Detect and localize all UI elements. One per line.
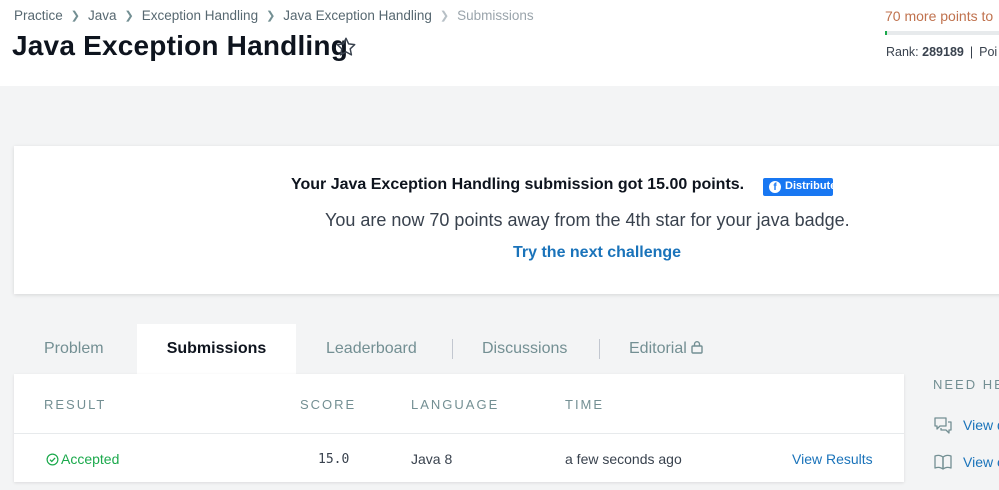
column-header-time: TIME: [565, 397, 605, 412]
tab-problem[interactable]: Problem: [44, 324, 104, 374]
rank-info: Rank: 289189 | Poi: [886, 45, 997, 59]
tab-label: Submissions: [166, 340, 267, 357]
tab-label: Editorial: [629, 340, 687, 357]
check-circle-icon: [46, 453, 59, 466]
rank-value: 289189: [922, 45, 964, 59]
tab-discussions[interactable]: Discussions: [482, 324, 567, 374]
points-label: Poi: [979, 45, 998, 59]
chevron-right-icon: ❯: [439, 10, 450, 22]
star-icon[interactable]: [335, 36, 357, 58]
progress-bar: [885, 31, 999, 35]
breadcrumb-exception-handling[interactable]: Exception Handling: [142, 8, 258, 23]
lock-icon: [691, 341, 703, 354]
breadcrumb-challenge[interactable]: Java Exception Handling: [283, 8, 432, 23]
help-link-label: View d: [963, 417, 999, 433]
submission-result-banner: Your Java Exception Handling submission …: [14, 146, 999, 294]
view-results-link[interactable]: View Results: [792, 451, 873, 467]
chevron-right-icon: ❯: [124, 10, 134, 22]
page-header: Practice ❯ Java ❯ Exception Handling ❯ Java Ex…: [0, 0, 999, 86]
need-help-title: NEED HE: [933, 377, 999, 392]
tab-label: Leaderboard: [326, 340, 417, 357]
next-challenge-link[interactable]: Try the next challenge: [513, 244, 681, 262]
tab-submissions[interactable]: Submissions: [137, 324, 296, 374]
tab-leaderboard[interactable]: Leaderboard: [326, 324, 417, 374]
divider: [14, 433, 904, 434]
facebook-share-label: Distribute: [785, 180, 833, 192]
submissions-table: RESULT SCORE LANGUAGE TIME Accepted 15.0…: [14, 374, 904, 482]
column-header-score: SCORE: [300, 397, 357, 412]
help-link-editorial[interactable]: View e: [933, 452, 999, 472]
tab-label: Problem: [44, 340, 104, 357]
discussion-icon: [934, 417, 952, 434]
tab-divider: [452, 339, 453, 359]
badge-progress-message: You are now 70 points away from the 4th …: [325, 210, 850, 230]
rank-label: Rank:: [886, 45, 919, 59]
tab-label: Discussions: [482, 340, 568, 357]
points-to-next-star: 70 more points to: [885, 8, 994, 24]
facebook-icon: f: [769, 181, 781, 193]
breadcrumb-practice[interactable]: Practice: [14, 8, 63, 23]
help-link-discussions[interactable]: View d: [933, 415, 999, 435]
facebook-share-button[interactable]: f Distribute: [763, 178, 833, 196]
breadcrumb-submissions: Submissions: [457, 8, 534, 23]
progress-bar-fill: [885, 31, 888, 35]
breadcrumb: Practice ❯ Java ❯ Exception Handling ❯ Java Ex…: [14, 8, 534, 23]
divider: |: [969, 45, 974, 59]
book-icon: [934, 454, 952, 470]
result-label: Accepted: [61, 451, 120, 467]
chevron-right-icon: ❯: [70, 10, 80, 22]
submission-message: Your Java Exception Handling submission …: [291, 176, 745, 193]
column-header-language: LANGUAGE: [411, 397, 500, 412]
column-header-result: RESULT: [44, 397, 107, 412]
page-title: Java Exception Handling: [12, 30, 349, 61]
tab-divider: [599, 339, 600, 359]
language-value: Java 8: [411, 451, 453, 467]
time-value: a few seconds ago: [565, 451, 682, 467]
result-status: Accepted: [46, 451, 119, 467]
chevron-right-icon: ❯: [266, 10, 276, 22]
breadcrumb-java[interactable]: Java: [88, 8, 117, 23]
help-link-label: View e: [963, 454, 999, 470]
score-value: 15.0: [318, 452, 350, 467]
tab-editorial[interactable]: Editorial: [629, 324, 704, 374]
